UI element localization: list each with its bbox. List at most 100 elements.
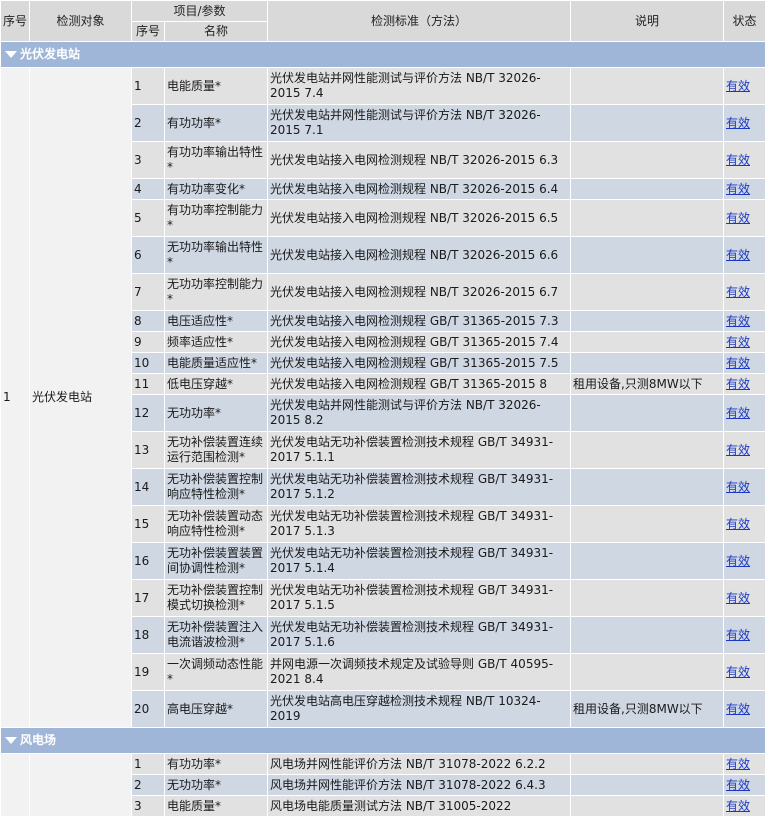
param-name: 无功补偿装置注入电流谐波检测* [165,617,268,654]
table-row: 1光伏发电站1电能质量*光伏发电站并网性能测试与评价方法 NB/T 32026-… [1,68,765,105]
standard-text: 风电场并网性能评价方法 NB/T 31078-2022 6.2.2 [268,754,571,775]
param-name: 有功功率控制能力* [165,200,268,237]
status-cell: 有效 [724,68,765,105]
header-object: 检测对象 [30,1,132,42]
standard-text: 风电场电能质量测试方法 NB/T 31005-2022 [268,796,571,817]
standard-text: 光伏发电站接入电网检测规程 GB/T 31365-2015 7.5 [268,353,571,374]
param-seq: 2 [132,105,165,142]
standard-text: 光伏发电站无功补偿装置检测技术规程 GB/T 34931-2017 5.1.3 [268,506,571,543]
param-name: 有功功率* [165,754,268,775]
header-standard: 检测标准（方法） [268,1,571,42]
status-link[interactable]: 有效 [726,778,750,792]
status-link[interactable]: 有效 [726,116,750,130]
status-cell: 有效 [724,796,765,817]
note-text [571,395,724,432]
standard-text: 光伏发电站接入电网检测规程 NB/T 32026-2015 6.3 [268,142,571,179]
note-text [571,274,724,311]
param-name: 有功功率输出特性* [165,142,268,179]
status-cell: 有效 [724,374,765,395]
param-seq: 12 [132,395,165,432]
section-header-cell[interactable]: 风电场 [1,728,765,754]
param-seq: 8 [132,311,165,332]
param-name: 高电压穿越* [165,691,268,728]
section-header[interactable]: 光伏发电站 [1,42,765,68]
standard-text: 光伏发电站接入电网检测规程 GB/T 31365-2015 7.4 [268,332,571,353]
param-seq: 13 [132,432,165,469]
note-text [571,311,724,332]
status-cell: 有效 [724,506,765,543]
status-cell: 有效 [724,142,765,179]
header-status: 状态 [724,1,765,42]
standard-text: 光伏发电站无功补偿装置检测技术规程 GB/T 34931-2017 5.1.5 [268,580,571,617]
collapse-triangle-icon[interactable] [5,737,17,744]
status-link[interactable]: 有效 [726,628,750,642]
section-header[interactable]: 风电场 [1,728,765,754]
param-name: 无功补偿装置动态响应特性检测* [165,506,268,543]
note-text [571,543,724,580]
status-link[interactable]: 有效 [726,443,750,457]
note-text [571,754,724,775]
note-text [571,179,724,200]
status-link[interactable]: 有效 [726,702,750,716]
status-link[interactable]: 有效 [726,335,750,349]
param-name: 无功功率输出特性* [165,237,268,274]
standard-text: 光伏发电站接入电网检测规程 GB/T 31365-2015 8 [268,374,571,395]
param-seq: 20 [132,691,165,728]
status-link[interactable]: 有效 [726,554,750,568]
section-header-cell[interactable]: 光伏发电站 [1,42,765,68]
note-text [571,68,724,105]
param-name: 频率适应性* [165,332,268,353]
status-cell: 有效 [724,395,765,432]
param-name: 无功功率* [165,775,268,796]
param-name: 一次调频动态性能* [165,654,268,691]
header-param-seq: 序号 [132,22,165,42]
param-seq: 6 [132,237,165,274]
status-link[interactable]: 有效 [726,356,750,370]
standard-text: 光伏发电站接入电网检测规程 NB/T 32026-2015 6.5 [268,200,571,237]
standard-text: 光伏发电站高电压穿越检测技术规程 NB/T 10324-2019 [268,691,571,728]
status-link[interactable]: 有效 [726,665,750,679]
status-link[interactable]: 有效 [726,757,750,771]
param-seq: 3 [132,142,165,179]
table-body: 光伏发电站1光伏发电站1电能质量*光伏发电站并网性能测试与评价方法 NB/T 3… [1,42,765,817]
note-text [571,142,724,179]
note-text [571,506,724,543]
status-link[interactable]: 有效 [726,480,750,494]
param-name: 低电压穿越* [165,374,268,395]
param-name: 电压适应性* [165,311,268,332]
table-row: 1有功功率*风电场并网性能评价方法 NB/T 31078-2022 6.2.2有… [1,754,765,775]
collapse-triangle-icon[interactable] [5,51,17,58]
param-name: 无功补偿装置控制响应特性检测* [165,469,268,506]
standard-text: 光伏发电站接入电网检测规程 NB/T 32026-2015 6.4 [268,179,571,200]
status-link[interactable]: 有效 [726,517,750,531]
status-cell: 有效 [724,617,765,654]
standard-text: 光伏发电站无功补偿装置检测技术规程 GB/T 34931-2017 5.1.2 [268,469,571,506]
param-seq: 5 [132,200,165,237]
status-link[interactable]: 有效 [726,211,750,225]
param-name: 无功补偿装置装置间协调性检测* [165,543,268,580]
status-link[interactable]: 有效 [726,153,750,167]
standard-text: 光伏发电站接入电网检测规程 NB/T 32026-2015 6.7 [268,274,571,311]
status-link[interactable]: 有效 [726,248,750,262]
standard-text: 光伏发电站并网性能测试与评价方法 NB/T 32026-2015 8.2 [268,395,571,432]
status-link[interactable]: 有效 [726,182,750,196]
standard-text: 光伏发电站无功补偿装置检测技术规程 GB/T 34931-2017 5.1.1 [268,432,571,469]
status-link[interactable]: 有效 [726,79,750,93]
param-seq: 15 [132,506,165,543]
status-link[interactable]: 有效 [726,799,750,813]
param-seq: 4 [132,179,165,200]
status-link[interactable]: 有效 [726,591,750,605]
param-name: 电能质量* [165,796,268,817]
status-link[interactable]: 有效 [726,285,750,299]
status-link[interactable]: 有效 [726,406,750,420]
header-param-group: 项目/参数 [132,1,268,22]
status-link[interactable]: 有效 [726,377,750,391]
status-cell: 有效 [724,311,765,332]
inspection-table: 序号 检测对象 项目/参数 检测标准（方法） 说明 状态 序号 名称 光伏发电站… [0,0,765,817]
note-text [571,796,724,817]
status-link[interactable]: 有效 [726,314,750,328]
standard-text: 光伏发电站接入电网检测规程 NB/T 32026-2015 6.6 [268,237,571,274]
object-seq: 1 [1,68,30,728]
standard-text: 并网电源一次调频技术规定及试验导则 GB/T 40595-2021 8.4 [268,654,571,691]
section-title: 风电场 [20,733,56,747]
